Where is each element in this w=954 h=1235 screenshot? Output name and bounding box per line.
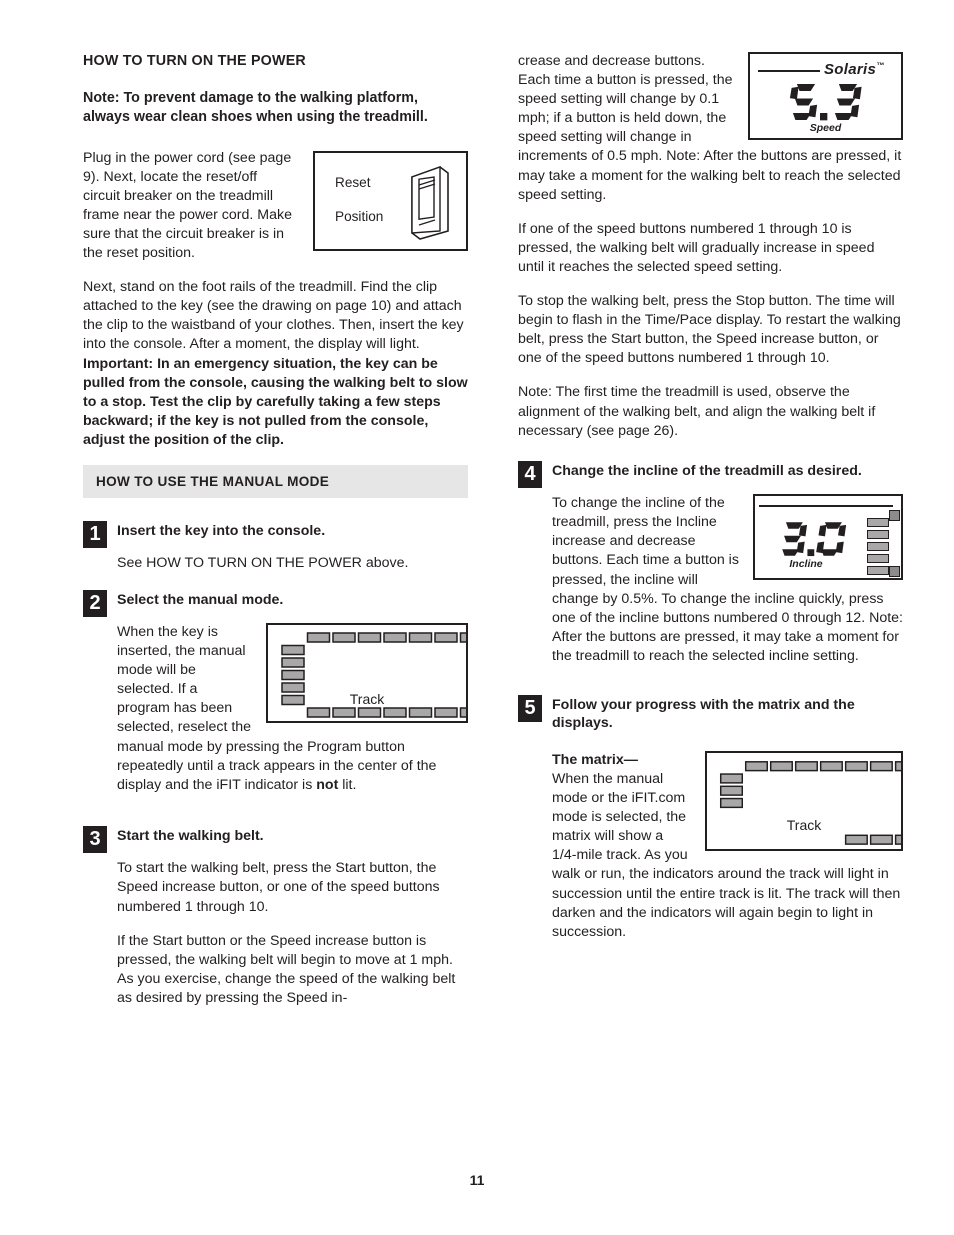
incline-corner-dot-top <box>889 510 900 522</box>
speed-continued-block: Solaris™ Speed crease and decrease butto… <box>518 52 903 220</box>
step-3-badge: 3 <box>83 825 107 853</box>
incline-bar-2 <box>867 542 889 552</box>
track-segment-bottom-3 <box>383 707 407 718</box>
speed-seven-segment <box>789 84 862 121</box>
step-3-body: To start the walking belt, press the Sta… <box>117 859 468 1008</box>
track-segment-top-6 <box>894 760 918 772</box>
track-segment-top-2 <box>357 632 382 643</box>
incline-corner-dot-bottom <box>889 566 900 578</box>
track-segment-top-3 <box>383 632 407 643</box>
track-segment-bottom-1 <box>332 707 356 718</box>
step-2-body: Track When the key is inserted, the manu… <box>117 623 535 810</box>
track-segment-top-0 <box>306 632 331 643</box>
track-matrix-partial <box>719 760 954 845</box>
track-figure-partial: Track <box>705 750 954 851</box>
track-segment-top-1 <box>769 760 793 772</box>
step-2-text-c: lit. <box>338 776 357 793</box>
section-bar-manual-mode: HOW TO USE THE MANUAL MODE <box>83 465 468 499</box>
track-segment-top-5 <box>869 760 893 772</box>
incline-display-rule <box>759 505 893 507</box>
incline-seven-segment <box>782 522 847 557</box>
step-4-title: Change the incline of the treadmill as d… <box>552 462 862 479</box>
track-segment-top-4 <box>844 760 868 772</box>
step-2-badge: 2 <box>83 589 107 617</box>
track-segment-top-0 <box>744 760 768 772</box>
track-segment-left-0 <box>281 644 305 656</box>
paragraph-key-attach-bold: Important: In an emergency situation, th… <box>83 355 468 448</box>
step-5-title: Follow your progress with the matrix and… <box>552 696 855 732</box>
track-segment-bottom-2 <box>357 707 382 718</box>
paragraph-note-alignment: Note: The first time the treadmill is us… <box>518 384 876 439</box>
manual-page: HOW TO TURN ON THE POWER Note: To preven… <box>0 0 954 1235</box>
speed-display-rule <box>758 70 820 72</box>
circuit-breaker-icon <box>411 165 449 240</box>
speed-display-label: Speed <box>809 122 842 134</box>
paragraph-key-attach: Next, stand on the foot rails of the tre… <box>83 278 468 450</box>
left-column: HOW TO TURN ON THE POWER Note: To preven… <box>83 52 535 1023</box>
track-segment-top-3 <box>819 760 843 772</box>
step-5: 5 Follow your progress with the matrix a… <box>518 694 954 957</box>
step-3-paragraph-2: If the Start button or the Speed increas… <box>117 932 456 1006</box>
step-3: 3 Start the walking belt. To start the w… <box>83 825 468 1008</box>
step-3-title: Start the walking belt. <box>117 827 264 844</box>
track-figure-partial-caption: Track <box>786 816 822 833</box>
track-segment-bottom-5 <box>434 707 458 718</box>
right-column: Solaris™ Speed crease and decrease butto… <box>518 52 954 962</box>
track-segment-bottom-0 <box>306 707 331 718</box>
track-segment-left-2 <box>719 797 744 808</box>
incline-bar-0 <box>867 518 889 528</box>
paragraph-key-attach-normal: Next, stand on the foot rails of the tre… <box>83 279 464 353</box>
incline-display-label: Incline <box>789 558 823 571</box>
track-segment-top-2 <box>794 760 818 772</box>
incline-display-figure: Incline <box>753 494 903 581</box>
step-1: 1 Insert the key into the console. See H… <box>83 521 468 574</box>
step-1-badge: 1 <box>83 521 107 549</box>
step-4-badge: 4 <box>518 460 542 488</box>
plug-in-block: Reset Position Plug in the power cord (s… <box>83 149 468 279</box>
speed-display-figure: Solaris™ Speed <box>748 52 903 140</box>
step-2: 2 Select the manual mode. Track When the… <box>83 589 535 810</box>
step-5-subhead: The matrix— <box>552 751 638 768</box>
step-5-badge: 5 <box>518 694 542 722</box>
track-segment-bottom-4 <box>408 707 433 718</box>
incline-bar-1 <box>867 530 889 540</box>
track-figure-full: Track <box>266 623 535 724</box>
track-segment-left-1 <box>281 657 305 668</box>
safety-note: Note: To prevent damage to the walking p… <box>83 90 428 126</box>
step-5-body: Track The matrix— When the manual mode o… <box>552 750 954 957</box>
track-figure-full-caption: Track <box>349 691 385 708</box>
step-1-body: See HOW TO TURN ON THE POWER above. <box>117 554 468 573</box>
track-segment-left-2 <box>281 669 305 681</box>
track-segment-top-6 <box>459 632 484 643</box>
step-2-title: Select the manual mode. <box>117 591 284 608</box>
track-segment-bottom-6 <box>459 707 484 718</box>
paragraph-speed-buttons: If one of the speed buttons numbered 1 t… <box>518 220 875 275</box>
track-segment-bottom-0 <box>844 834 868 845</box>
step-2-text-bold: not <box>316 776 339 793</box>
page-number: 11 <box>469 1172 485 1188</box>
incline-level-bars <box>867 518 889 576</box>
track-segment-top-5 <box>434 632 458 643</box>
speed-display-brand: Solaris™ <box>824 61 885 78</box>
section-heading-power: HOW TO TURN ON THE POWER <box>83 53 306 69</box>
track-segment-bottom-2 <box>894 834 918 845</box>
reset-position-label: Reset Position <box>335 175 384 225</box>
paragraph-stop-belt: To stop the walking belt, press the Stop… <box>518 293 901 367</box>
step-1-paragraph-1: See HOW TO TURN ON THE POWER above. <box>117 555 409 572</box>
track-segment-left-0 <box>719 773 744 784</box>
step-4-body: Incline To change the incline of the tre… <box>552 494 903 681</box>
track-segment-bottom-1 <box>869 834 893 845</box>
incline-bar-4 <box>867 566 889 576</box>
step-4: 4 Change the incline of the treadmill as… <box>518 460 903 681</box>
track-segment-top-4 <box>408 632 433 643</box>
track-segment-left-1 <box>719 785 744 796</box>
step-3-paragraph-1: To start the walking belt, press the Sta… <box>117 860 440 915</box>
trademark-icon: ™ <box>876 61 885 70</box>
step-1-title: Insert the key into the console. <box>117 523 326 540</box>
reset-position-figure: Reset Position <box>313 150 468 251</box>
track-segment-top-1 <box>332 632 356 643</box>
incline-bar-3 <box>867 554 889 564</box>
